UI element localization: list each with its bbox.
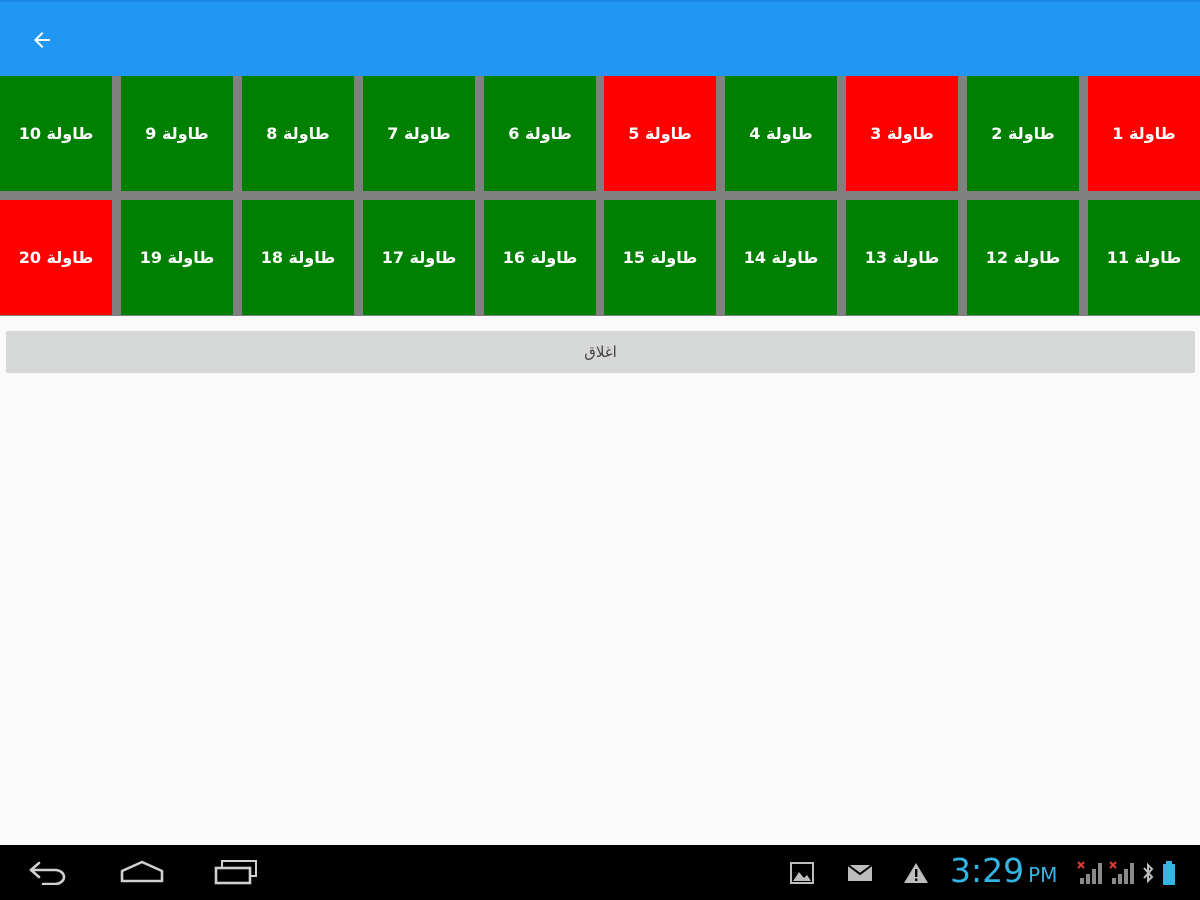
back-button[interactable] [22, 20, 62, 60]
signal-no-service-icon [1076, 859, 1106, 887]
table-tile-label: طاولة 13 [864, 248, 940, 267]
table-tile[interactable]: طاولة 3 [846, 76, 958, 191]
table-tile[interactable]: طاولة 16 [484, 200, 596, 315]
recent-apps-icon[interactable] [214, 857, 258, 887]
table-tile[interactable]: طاولة 4 [725, 76, 837, 191]
close-button[interactable]: اغلاق [6, 331, 1195, 373]
clock-ampm: PM [1028, 863, 1058, 887]
table-tile-label: طاولة 3 [870, 124, 934, 143]
table-tile[interactable]: طاولة 14 [725, 200, 837, 315]
table-tile[interactable]: طاولة 15 [604, 200, 716, 315]
signal-no-service-icon [1108, 859, 1138, 887]
table-tile[interactable]: طاولة 8 [242, 76, 354, 191]
table-tile[interactable]: طاولة 20 [0, 200, 112, 315]
table-tile-label: طاولة 16 [502, 248, 578, 267]
table-tile-label: طاولة 9 [145, 124, 209, 143]
status-clock: 3:29 PM [950, 851, 1057, 895]
close-button-label: اغلاق [584, 343, 617, 361]
arrow-left-icon [34, 32, 50, 48]
gallery-icon [788, 859, 816, 887]
table-tile-label: طاولة 12 [985, 248, 1061, 267]
app-root: طاولة 1 طاولة 2 طاولة 3 طاولة 4 طاولة 5 طاولة… [0, 0, 1200, 900]
table-tile-label: طاولة 4 [749, 124, 813, 143]
table-tile-label: طاولة 7 [387, 124, 451, 143]
table-tile[interactable]: طاولة 11 [1088, 200, 1200, 315]
table-tile-label: طاولة 2 [991, 124, 1055, 143]
system-navigation-bar: 3:29 PM [0, 845, 1200, 900]
table-tile[interactable]: طاولة 17 [363, 200, 475, 315]
table-tile-label: طاولة 19 [139, 248, 215, 267]
table-tile[interactable]: طاولة 2 [967, 76, 1079, 191]
battery-icon [1160, 859, 1178, 887]
home-icon[interactable] [118, 857, 166, 887]
table-tile[interactable]: طاولة 7 [363, 76, 475, 191]
table-tile[interactable]: طاولة 19 [121, 200, 233, 315]
table-tile-label: طاولة 6 [508, 124, 572, 143]
back-icon[interactable] [26, 857, 70, 887]
table-tile[interactable]: طاولة 5 [604, 76, 716, 191]
table-tile-label: طاولة 10 [18, 124, 94, 143]
table-tile-label: طاولة 20 [18, 248, 94, 267]
table-tile-label: طاولة 14 [743, 248, 819, 267]
table-tile-label: طاولة 8 [266, 124, 330, 143]
mail-icon [846, 859, 874, 887]
table-tile-label: طاولة 15 [622, 248, 698, 267]
warning-icon [902, 859, 930, 887]
table-tile[interactable]: طاولة 18 [242, 200, 354, 315]
table-tile[interactable]: طاولة 9 [121, 76, 233, 191]
clock-time: 3:29 [950, 851, 1025, 890]
table-tile-label: طاولة 18 [260, 248, 336, 267]
bluetooth-icon [1140, 859, 1156, 887]
table-tile[interactable]: طاولة 13 [846, 200, 958, 315]
table-tile[interactable]: طاولة 1 [1088, 76, 1200, 191]
table-tile[interactable]: طاولة 6 [484, 76, 596, 191]
table-tile-label: طاولة 17 [381, 248, 457, 267]
table-tile-label: طاولة 1 [1112, 124, 1176, 143]
tables-grid: طاولة 1 طاولة 2 طاولة 3 طاولة 4 طاولة 5 طاولة… [0, 76, 1200, 316]
app-bar [0, 0, 1200, 76]
table-tile[interactable]: طاولة 12 [967, 200, 1079, 315]
table-tile[interactable]: طاولة 10 [0, 76, 112, 191]
table-tile-label: طاولة 11 [1106, 248, 1182, 267]
table-tile-label: طاولة 5 [628, 124, 692, 143]
